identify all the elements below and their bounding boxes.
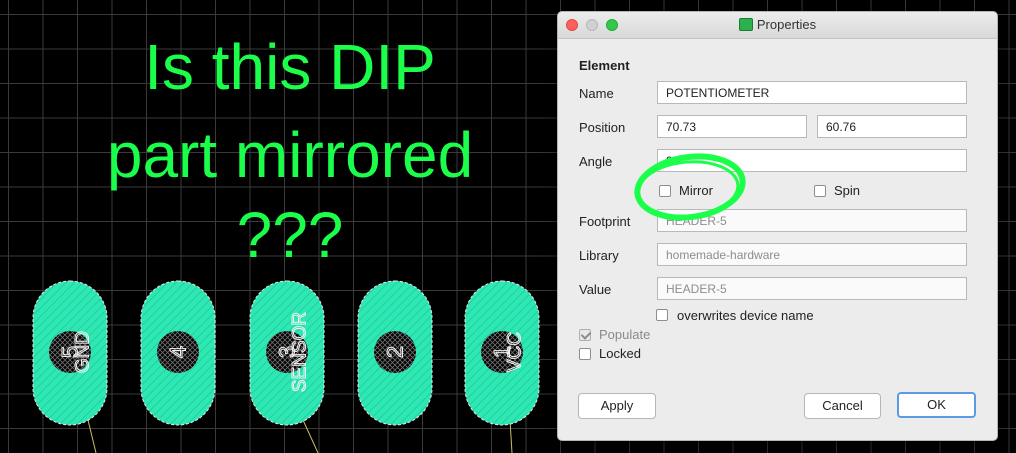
populate-checkbox[interactable]: [579, 329, 591, 341]
library-label: Library: [579, 248, 619, 263]
spin-label: Spin: [834, 183, 861, 198]
pad-signal-label: GND: [73, 331, 94, 373]
eagle-app-icon: [738, 18, 753, 31]
pad-signal-label: SENSOR: [290, 312, 311, 392]
pad-number: 4: [166, 346, 191, 358]
pad-2[interactable]: 2: [357, 280, 433, 426]
angle-field[interactable]: [657, 149, 967, 172]
overwrites-device-name-label: overwrites device name: [677, 308, 814, 323]
name-label: Name: [579, 86, 614, 101]
maximize-window-button[interactable]: [606, 19, 618, 31]
footprint-field[interactable]: [657, 209, 967, 232]
spin-checkbox[interactable]: [814, 185, 826, 197]
pad-5[interactable]: 5GND: [32, 280, 108, 426]
footprint-label: Footprint: [579, 214, 631, 229]
pads-layer: 5GND 4 3SENSOR 2 1VCC: [32, 280, 540, 453]
value-label: Value: [579, 282, 612, 297]
position-label: Position: [579, 120, 626, 135]
cancel-button[interactable]: Cancel: [804, 393, 881, 419]
locked-label: Locked: [599, 346, 641, 361]
populate-label: Populate: [599, 327, 651, 342]
dialog-titlebar[interactable]: Properties: [558, 12, 997, 39]
locked-checkbox[interactable]: [579, 348, 591, 360]
position-x-field[interactable]: [657, 115, 807, 138]
apply-button[interactable]: Apply: [578, 393, 656, 419]
pad-3[interactable]: 3SENSOR: [249, 280, 325, 426]
angle-label: Angle: [579, 154, 613, 169]
pad-1[interactable]: 1VCC: [464, 280, 540, 426]
pad-signal-label: VCC: [505, 332, 526, 372]
close-window-button[interactable]: [566, 19, 578, 31]
position-y-field[interactable]: [817, 115, 967, 138]
trace: [302, 419, 319, 453]
dialog-title: Properties: [756, 17, 817, 32]
trace: [509, 419, 513, 453]
library-field[interactable]: [657, 243, 967, 266]
name-field[interactable]: [657, 81, 967, 104]
properties-dialog: Properties Element Name Position Angle M…: [557, 11, 998, 441]
overwrites-device-name-checkbox[interactable]: [656, 309, 668, 321]
pad-4[interactable]: 4: [140, 280, 216, 426]
minimize-window-button[interactable]: [586, 19, 598, 31]
section-element-label: Element: [579, 58, 630, 73]
trace: [87, 419, 97, 453]
value-field[interactable]: [657, 277, 967, 300]
pad-number: 2: [383, 346, 408, 358]
mirror-label: Mirror: [679, 183, 713, 198]
mirror-checkbox[interactable]: [659, 185, 671, 197]
ok-button[interactable]: OK: [897, 392, 976, 418]
